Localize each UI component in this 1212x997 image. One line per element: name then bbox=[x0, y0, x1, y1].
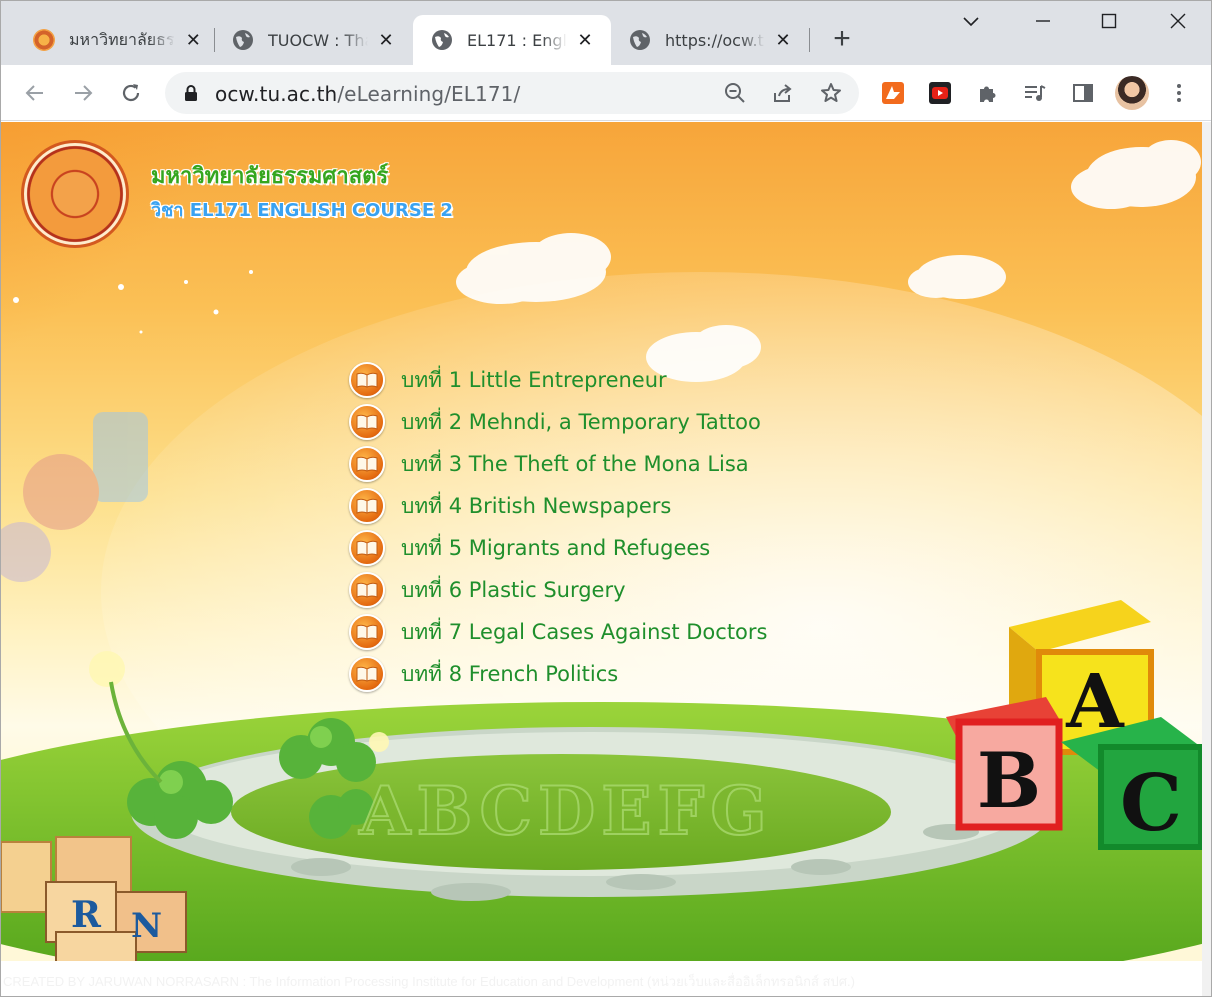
url-host: ocw.tu.ac.th bbox=[215, 82, 338, 106]
book-icon[interactable] bbox=[349, 656, 385, 692]
close-window-button[interactable] bbox=[1156, 9, 1200, 39]
globe-icon bbox=[629, 29, 651, 51]
list-item: บทที่ 5 Migrants and Refugees bbox=[349, 527, 767, 569]
close-icon[interactable]: ✕ bbox=[376, 30, 396, 51]
media-control-icon[interactable] bbox=[1023, 81, 1047, 105]
reload-button[interactable] bbox=[115, 77, 147, 109]
avatar[interactable] bbox=[1115, 76, 1149, 110]
close-icon bbox=[1170, 13, 1186, 29]
tu-seal-icon bbox=[33, 29, 55, 51]
tu-seal-logo bbox=[21, 140, 129, 248]
zoom-out-icon[interactable] bbox=[723, 81, 747, 105]
lesson-link-1[interactable]: บทที่ 1 Little Entrepreneur bbox=[401, 364, 667, 397]
list-item: บทที่ 6 Plastic Surgery bbox=[349, 569, 767, 611]
book-icon[interactable] bbox=[349, 404, 385, 440]
lock-icon bbox=[185, 85, 197, 101]
globe-icon bbox=[232, 29, 254, 51]
minimize-button[interactable] bbox=[1021, 9, 1065, 39]
youtube-extension-icon[interactable] bbox=[928, 81, 952, 105]
tab-tuocw[interactable]: TUOCW : Thammasat ✕ bbox=[214, 15, 412, 65]
lesson-link-8[interactable]: บทที่ 8 French Politics bbox=[401, 658, 618, 691]
close-icon[interactable]: ✕ bbox=[773, 30, 793, 51]
svg-text:N: N bbox=[131, 906, 162, 946]
tab-title: EL171 : English bbox=[467, 30, 567, 50]
browser-window: มหาวิทยาลัยธรรมศาสตร์ ✕ TUOCW : Thammasa… bbox=[0, 0, 1212, 997]
chevron-down-icon bbox=[963, 17, 979, 27]
book-icon[interactable] bbox=[349, 572, 385, 608]
forward-button[interactable] bbox=[67, 77, 99, 109]
share-icon[interactable] bbox=[771, 81, 795, 105]
book-icon[interactable] bbox=[349, 488, 385, 524]
tab-el171[interactable]: EL171 : English ✕ bbox=[413, 15, 611, 65]
address-bar[interactable]: ocw.tu.ac.th/eLearning/EL171/ bbox=[165, 72, 859, 114]
extension-orange-icon[interactable] bbox=[881, 81, 905, 105]
lesson-link-4[interactable]: บทที่ 4 British Newspapers bbox=[401, 490, 671, 523]
site-subtitle: วิชา EL171 ENGLISH COURSE 2 bbox=[151, 200, 453, 221]
book-icon[interactable] bbox=[349, 614, 385, 650]
tab-title: TUOCW : Thammasat bbox=[268, 30, 368, 50]
arrow-left-icon bbox=[25, 85, 43, 101]
reload-icon bbox=[122, 84, 140, 102]
url-text[interactable]: ocw.tu.ac.th/eLearning/EL171/ bbox=[215, 82, 520, 106]
list-item: บทที่ 1 Little Entrepreneur bbox=[349, 359, 767, 401]
book-icon[interactable] bbox=[349, 362, 385, 398]
tab-tu-home[interactable]: มหาวิทยาลัยธรรมศาสตร์ ✕ bbox=[15, 15, 215, 65]
vertical-scrollbar[interactable] bbox=[1202, 122, 1211, 996]
lesson-link-5[interactable]: บทที่ 5 Migrants and Refugees bbox=[401, 532, 710, 565]
list-item: บทที่ 4 British Newspapers bbox=[349, 485, 767, 527]
book-icon[interactable] bbox=[349, 530, 385, 566]
lesson-link-6[interactable]: บทที่ 6 Plastic Surgery bbox=[401, 574, 626, 607]
back-button[interactable] bbox=[19, 77, 51, 109]
tab-ocw-url[interactable]: https://ocw.tu.ac.th ✕ bbox=[611, 15, 809, 65]
tab-title: มหาวิทยาลัยธรรมศาสตร์ bbox=[69, 29, 176, 49]
url-path: /eLearning/EL171/ bbox=[337, 82, 521, 106]
page-viewport: RN มหาวิทยาลัยธรรมศาสตร์ วิชา EL171 ENGL… bbox=[1, 122, 1202, 961]
side-panel-icon[interactable] bbox=[1071, 81, 1095, 105]
list-item: บทที่ 8 French Politics bbox=[349, 653, 767, 695]
puzzle-icon[interactable] bbox=[976, 81, 1000, 105]
lesson-link-7[interactable]: บทที่ 7 Legal Cases Against Doctors bbox=[401, 616, 767, 649]
tab-title: https://ocw.tu.ac.th bbox=[665, 30, 765, 50]
maximize-button[interactable] bbox=[1087, 9, 1131, 39]
close-icon[interactable]: ✕ bbox=[184, 30, 203, 51]
footer-credit: CREATED BY JARUWAN NORRASARN : The Infor… bbox=[3, 974, 855, 989]
lesson-list: บทที่ 1 Little Entrepreneur บทที่ 2 Mehn… bbox=[349, 359, 767, 695]
new-tab-button[interactable]: + bbox=[827, 23, 857, 57]
tab-separator bbox=[809, 28, 810, 52]
minimize-icon bbox=[1036, 20, 1050, 22]
tab-search-button[interactable] bbox=[949, 9, 993, 39]
book-icon[interactable] bbox=[349, 446, 385, 482]
lesson-link-2[interactable]: บทที่ 2 Mehndi, a Temporary Tattoo bbox=[401, 406, 761, 439]
list-item: บทที่ 7 Legal Cases Against Doctors bbox=[349, 611, 767, 653]
star-icon[interactable] bbox=[819, 81, 843, 105]
site-title: มหาวิทยาลัยธรรมศาสตร์ bbox=[151, 164, 389, 189]
tab-strip: มหาวิทยาลัยธรรมศาสตร์ ✕ TUOCW : Thammasa… bbox=[1, 1, 1211, 65]
svg-text:R: R bbox=[71, 894, 102, 936]
list-item: บทที่ 2 Mehndi, a Temporary Tattoo bbox=[349, 401, 767, 443]
list-item: บทที่ 3 The Theft of the Mona Lisa bbox=[349, 443, 767, 485]
browser-toolbar: ocw.tu.ac.th/eLearning/EL171/ bbox=[1, 65, 1211, 121]
globe-icon bbox=[431, 29, 453, 51]
maximize-icon bbox=[1101, 13, 1117, 29]
arrow-right-icon bbox=[75, 85, 93, 101]
menu-dots-icon[interactable] bbox=[1167, 81, 1191, 105]
lesson-link-3[interactable]: บทที่ 3 The Theft of the Mona Lisa bbox=[401, 448, 749, 481]
close-icon[interactable]: ✕ bbox=[575, 30, 595, 51]
